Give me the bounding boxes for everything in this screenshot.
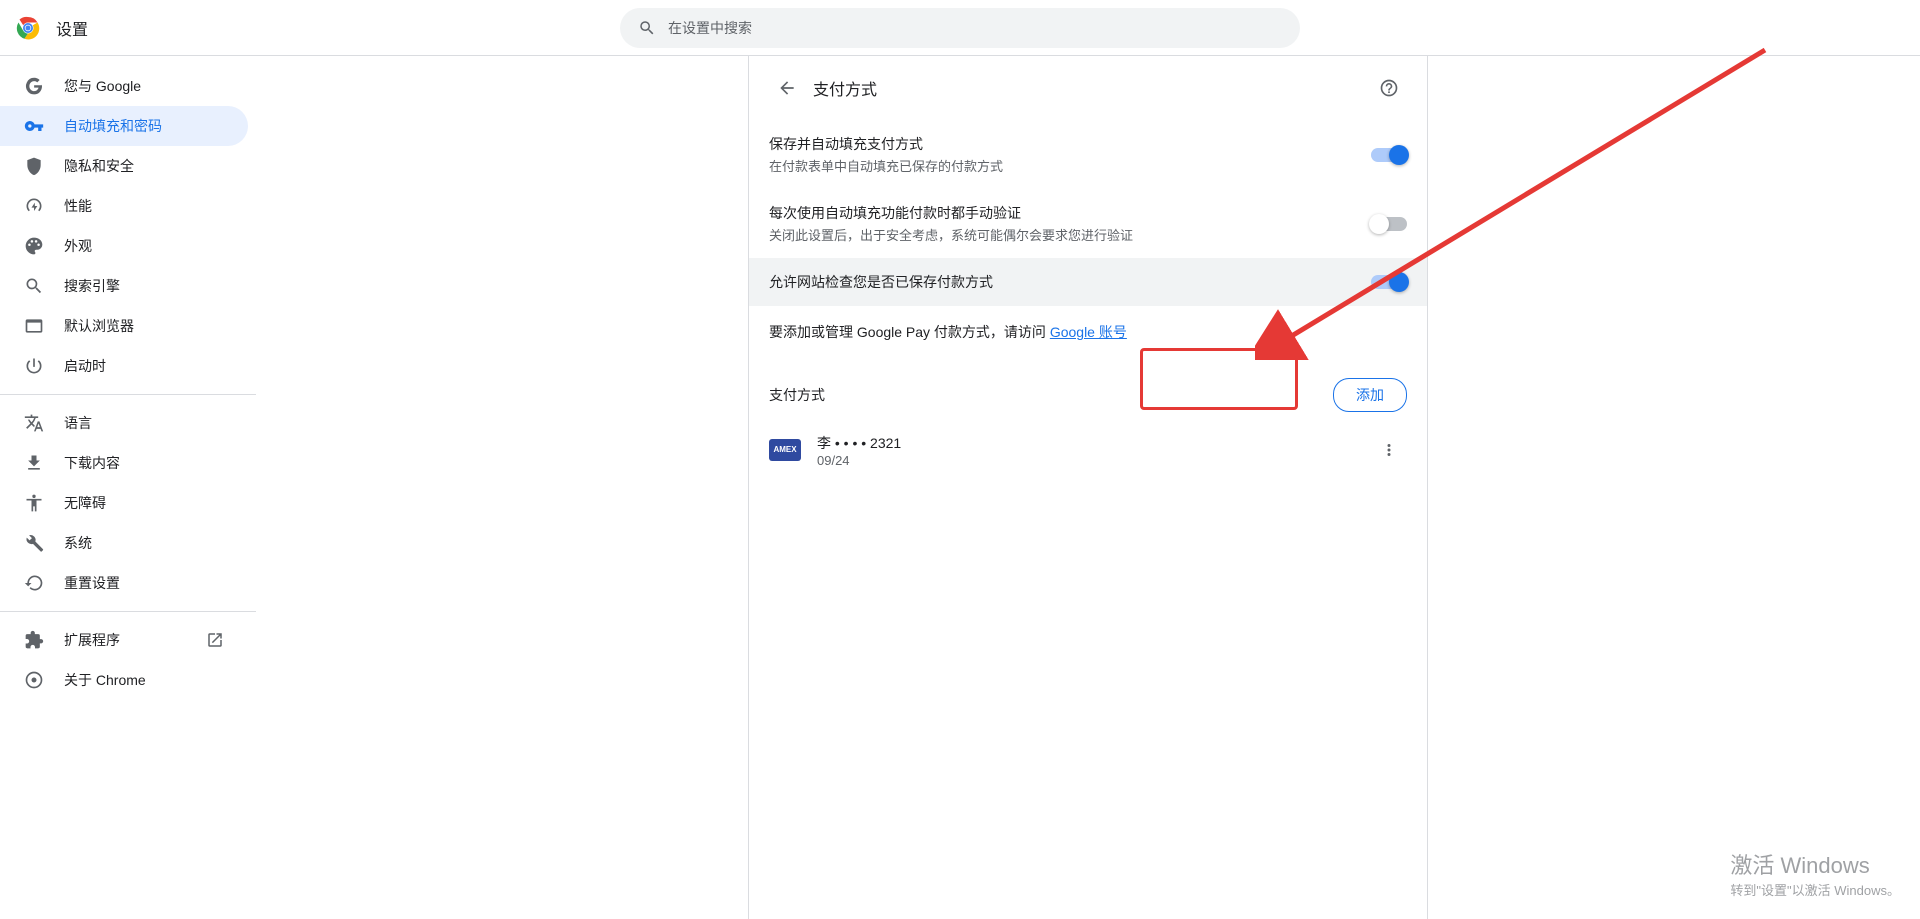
payment-methods-header: 支付方式 添加: [749, 358, 1427, 420]
setting-subtitle: 在付款表单中自动填充已保存的付款方式: [769, 156, 1371, 175]
sidebar-item-label: 语言: [64, 413, 92, 433]
setting-allow-site-check-payment: 允许网站检查您是否已保存付款方式: [749, 258, 1427, 306]
help-icon: [1379, 78, 1399, 98]
watermark-line2: 转到"设置"以激活 Windows。: [1730, 880, 1900, 899]
sidebar-item-label: 无障碍: [64, 493, 106, 513]
search-icon: [24, 276, 44, 296]
card-brand-icon: AMEX: [769, 439, 801, 461]
card-masked-name: 李 • • • • 2321: [817, 433, 1371, 453]
wrench-icon: [24, 533, 44, 553]
sidebar-item-reset[interactable]: 重置设置: [0, 563, 248, 603]
speedometer-icon: [24, 196, 44, 216]
windows-activation-watermark: 激活 Windows 转到"设置"以激活 Windows。: [1730, 848, 1900, 899]
sidebar-item-default-browser[interactable]: 默认浏览器: [0, 306, 248, 346]
arrow-back-icon: [777, 78, 797, 98]
toggle-manual-verify[interactable]: [1371, 217, 1407, 231]
setting-manual-verify: 每次使用自动填充功能付款时都手动验证 关闭此设置后，出于安全考虑，系统可能偶尔会…: [749, 189, 1427, 258]
sidebar-item-label: 自动填充和密码: [64, 116, 162, 136]
settings-card: 支付方式 保存并自动填充支付方式 在付款表单中自动填充已保存的付款方式 每次使用…: [748, 56, 1428, 919]
toggle-allow-site-check-payment[interactable]: [1371, 275, 1407, 289]
open-in-new-icon: [206, 631, 224, 649]
restore-icon: [24, 573, 44, 593]
sidebar-divider: [0, 611, 256, 612]
sidebar-item-system[interactable]: 系统: [0, 523, 248, 563]
sidebar-item-label: 关于 Chrome: [64, 670, 146, 690]
sidebar-item-privacy-security[interactable]: 隐私和安全: [0, 146, 248, 186]
more-vert-icon: [1380, 441, 1398, 459]
sidebar-item-extensions[interactable]: 扩展程序: [0, 620, 248, 660]
sidebar-item-performance[interactable]: 性能: [0, 186, 248, 226]
translate-icon: [24, 413, 44, 433]
sidebar-item-label: 您与 Google: [64, 76, 141, 96]
key-icon: [24, 116, 44, 136]
shield-icon: [24, 156, 44, 176]
browser-icon: [24, 316, 44, 336]
gpay-text: 要添加或管理 Google Pay 付款方式，请访问: [769, 324, 1050, 340]
chrome-outline-icon: [24, 670, 44, 690]
header-title: 设置: [56, 16, 88, 40]
setting-title: 保存并自动填充支付方式: [769, 134, 1371, 154]
sidebar-item-label: 搜索引擎: [64, 276, 120, 296]
sidebar-item-accessibility[interactable]: 无障碍: [0, 483, 248, 523]
help-button[interactable]: [1371, 70, 1407, 106]
sidebar-item-label: 重置设置: [64, 573, 120, 593]
add-payment-button[interactable]: 添加: [1333, 378, 1407, 412]
google-g-icon: [24, 76, 44, 96]
chrome-logo-icon: [16, 16, 40, 40]
power-icon: [24, 356, 44, 376]
main-content: 支付方式 保存并自动填充支付方式 在付款表单中自动填充已保存的付款方式 每次使用…: [256, 56, 1920, 919]
google-pay-info: 要添加或管理 Google Pay 付款方式，请访问 Google 账号: [749, 306, 1427, 358]
page-title: 支付方式: [813, 76, 1371, 100]
sidebar-item-label: 扩展程序: [64, 630, 120, 650]
setting-title: 允许网站检查您是否已保存付款方式: [769, 272, 1371, 292]
card-header: 支付方式: [749, 56, 1427, 120]
back-button[interactable]: [769, 70, 805, 106]
toggle-save-autofill-payment[interactable]: [1371, 148, 1407, 162]
sidebar-item-label: 下载内容: [64, 453, 120, 473]
search-input[interactable]: [668, 20, 1282, 36]
sidebar: 您与 Google 自动填充和密码 隐私和安全 性能 外观 搜索引擎 默认浏览器: [0, 56, 256, 919]
sidebar-item-appearance[interactable]: 外观: [0, 226, 248, 266]
palette-icon: [24, 236, 44, 256]
sidebar-item-label: 系统: [64, 533, 92, 553]
sidebar-item-about-chrome[interactable]: 关于 Chrome: [0, 660, 248, 700]
extension-icon: [24, 630, 44, 650]
card-expiry: 09/24: [817, 453, 1371, 468]
sidebar-item-label: 隐私和安全: [64, 156, 134, 176]
sidebar-item-label: 性能: [64, 196, 92, 216]
sidebar-item-label: 默认浏览器: [64, 316, 134, 336]
search-box[interactable]: [620, 8, 1300, 48]
card-more-button[interactable]: [1371, 432, 1407, 468]
google-account-link[interactable]: Google 账号: [1050, 324, 1127, 340]
setting-title: 每次使用自动填充功能付款时都手动验证: [769, 203, 1371, 223]
sidebar-item-you-and-google[interactable]: 您与 Google: [0, 66, 248, 106]
accessibility-icon: [24, 493, 44, 513]
sidebar-item-label: 启动时: [64, 356, 106, 376]
payment-card-row[interactable]: AMEX 李 • • • • 2321 09/24: [749, 420, 1427, 480]
sidebar-item-downloads[interactable]: 下载内容: [0, 443, 248, 483]
sidebar-item-languages[interactable]: 语言: [0, 403, 248, 443]
sidebar-item-label: 外观: [64, 236, 92, 256]
payment-methods-title: 支付方式: [769, 385, 1333, 405]
search-icon: [638, 19, 656, 37]
app-header: 设置: [0, 0, 1920, 56]
sidebar-item-on-startup[interactable]: 启动时: [0, 346, 248, 386]
sidebar-item-search-engine[interactable]: 搜索引擎: [0, 266, 248, 306]
watermark-line1: 激活 Windows: [1730, 848, 1900, 880]
setting-save-autofill-payment: 保存并自动填充支付方式 在付款表单中自动填充已保存的付款方式: [749, 120, 1427, 189]
setting-subtitle: 关闭此设置后，出于安全考虑，系统可能偶尔会要求您进行验证: [769, 225, 1371, 244]
download-icon: [24, 453, 44, 473]
search-container: [620, 8, 1300, 48]
sidebar-item-autofill-passwords[interactable]: 自动填充和密码: [0, 106, 248, 146]
sidebar-divider: [0, 394, 256, 395]
